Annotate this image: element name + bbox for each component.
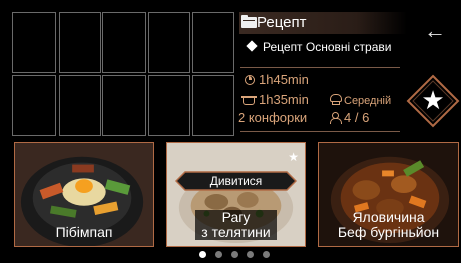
difficulty: Середній	[330, 94, 391, 107]
difficulty-value: Середній	[344, 95, 392, 107]
back-arrow-icon[interactable]: ←	[424, 20, 446, 42]
ingredient-slot[interactable]	[59, 75, 101, 136]
recipe-label: Пібімпап	[15, 225, 153, 246]
ingredient-grid	[12, 12, 234, 136]
recipe-name: Пібімпап	[55, 224, 113, 240]
divider	[240, 131, 400, 132]
view-button[interactable]: Дивитися	[175, 171, 297, 191]
recipe-card-beef-bourguignon[interactable]: Яловичина Беф бургіньйон	[318, 142, 459, 247]
ingredient-slot[interactable]	[148, 12, 190, 73]
ingredient-slot[interactable]	[12, 12, 56, 73]
ingredient-slot[interactable]	[192, 12, 234, 73]
clock-icon	[245, 75, 255, 85]
recipe-card-veal-stew[interactable]: ★ Дивитися Рагу з телятини	[166, 142, 306, 247]
ingredient-slot[interactable]	[192, 75, 234, 136]
recipe-card-bibimbap[interactable]: Пібімпап	[14, 142, 154, 247]
favorite-star-icon[interactable]: ★	[288, 150, 299, 164]
ingredient-slot[interactable]	[59, 12, 101, 73]
recipe-header: Рецепт	[239, 12, 407, 34]
recipe-name-line1: Рагу	[195, 210, 277, 225]
ingredient-slot[interactable]	[102, 12, 146, 73]
recipe-label: Рагу з телятини	[167, 210, 305, 246]
total-time-value: 1h45min	[259, 72, 309, 87]
pot-icon	[241, 96, 257, 105]
pager-dot[interactable]	[215, 251, 222, 258]
burners-value: 2 конфорки	[238, 110, 308, 125]
total-time: 1h45min	[245, 72, 309, 87]
cook-time-value: 1h35min	[259, 92, 309, 107]
recipe-name-line2: з телятини	[195, 225, 277, 240]
pager-dot[interactable]	[263, 251, 270, 258]
folder-icon	[241, 15, 257, 28]
favorite-button[interactable]: ★	[406, 74, 460, 128]
chef-hat-icon	[330, 94, 342, 105]
recipe-name-line2: Беф бургіньйон	[337, 224, 440, 240]
breadcrumb-label: Рецепт Основні страви	[263, 40, 392, 54]
pager-dot[interactable]	[247, 251, 254, 258]
ingredient-slot[interactable]	[148, 75, 190, 136]
cook-time: 1h35min	[241, 92, 309, 107]
diamond-bullet-icon	[246, 40, 258, 52]
recipe-label: Яловичина Беф бургіньйон	[319, 210, 458, 246]
star-icon: ★	[421, 85, 445, 115]
pager	[0, 251, 461, 259]
pager-dot[interactable]	[231, 251, 238, 258]
ingredient-slot[interactable]	[12, 75, 56, 136]
pager-dot[interactable]	[199, 251, 206, 258]
view-button-label: Дивитися	[209, 174, 263, 188]
page-title: Рецепт	[257, 14, 307, 31]
burners: 2 конфорки	[238, 110, 307, 125]
recipe-name-line1: Яловичина	[352, 209, 425, 225]
divider	[240, 67, 400, 68]
servings: 4 / 6	[330, 110, 369, 125]
ingredient-slot[interactable]	[102, 75, 146, 136]
breadcrumb[interactable]: Рецепт Основні страви	[244, 40, 391, 54]
person-icon	[330, 112, 342, 124]
servings-value: 4 / 6	[344, 110, 370, 125]
